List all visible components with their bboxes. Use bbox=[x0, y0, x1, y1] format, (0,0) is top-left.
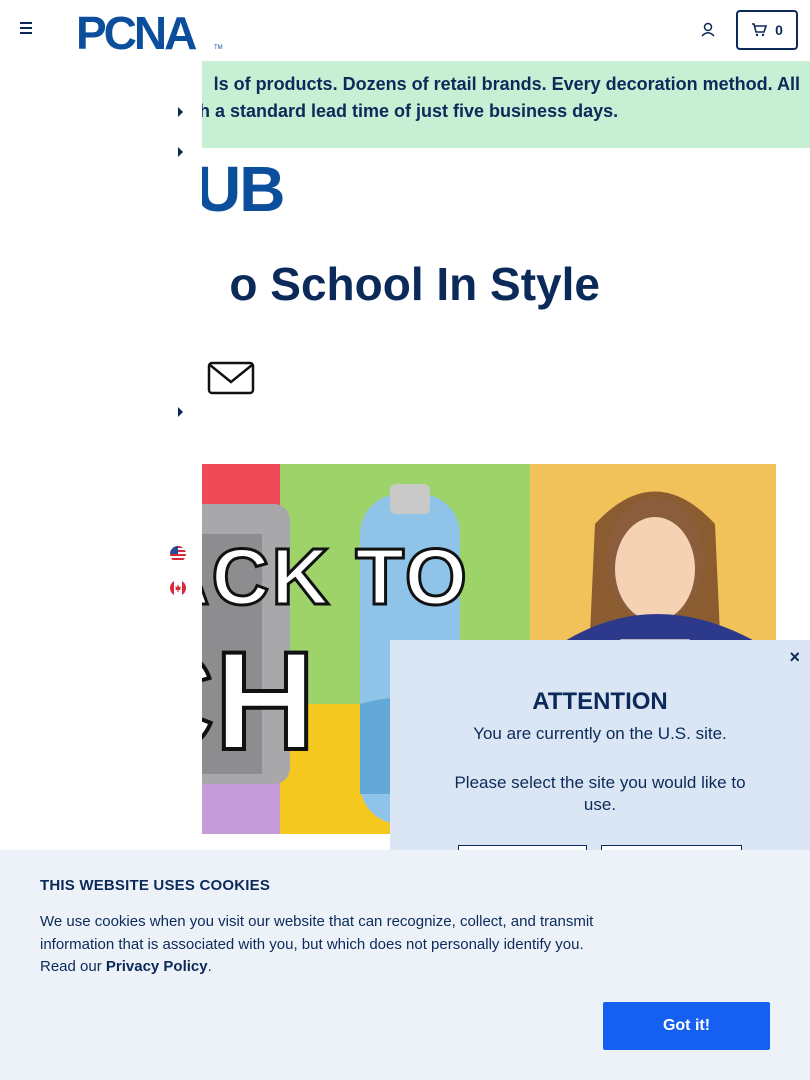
attention-prompt: Please select the site you would like to… bbox=[454, 773, 746, 814]
svg-text:PCNA: PCNA bbox=[76, 8, 196, 52]
accept-cookies-button[interactable]: Got it! bbox=[603, 1002, 770, 1050]
site-select-modal: × ATTENTION You are currently on the U.S… bbox=[390, 640, 810, 885]
cookie-text: We use cookies when you visit our websit… bbox=[40, 911, 600, 979]
canada-flag-icon[interactable] bbox=[170, 580, 186, 596]
cookie-title: THIS WEBSITE USES COOKIES bbox=[40, 877, 271, 894]
us-flag-icon[interactable] bbox=[170, 546, 186, 562]
close-icon[interactable]: × bbox=[789, 648, 800, 666]
privacy-policy-link[interactable]: Privacy Policy bbox=[106, 958, 208, 975]
cart-icon bbox=[752, 23, 768, 37]
promo-text: ls of products. Dozens of retail brands.… bbox=[150, 71, 800, 125]
svg-text:UB: UB bbox=[195, 153, 283, 215]
attention-title: ATTENTION bbox=[532, 688, 668, 715]
svg-text:TM: TM bbox=[214, 45, 223, 51]
promo-line-2: th a standard lead time of just five bus… bbox=[193, 101, 619, 121]
mail-icon[interactable] bbox=[206, 361, 256, 395]
promo-line-1: ls of products. Dozens of retail brands.… bbox=[213, 74, 800, 94]
cookie-period: . bbox=[207, 958, 212, 975]
drawer-caret-2[interactable] bbox=[178, 147, 183, 157]
pcna-logo[interactable]: PCNA TM bbox=[76, 8, 226, 52]
user-icon[interactable] bbox=[698, 20, 718, 40]
attention-message: You are currently on the U.S. site. bbox=[473, 724, 727, 743]
cart-button[interactable]: 0 bbox=[736, 10, 798, 50]
cart-count: 0 bbox=[775, 22, 783, 38]
cookie-banner: THIS WEBSITE USES COOKIES We use cookies… bbox=[0, 850, 810, 1080]
site-header: PCNA TM 0 bbox=[0, 0, 810, 61]
drawer-caret-1[interactable] bbox=[178, 107, 183, 117]
drawer-caret-3[interactable] bbox=[178, 407, 183, 417]
hamburger-icon[interactable] bbox=[20, 22, 36, 36]
